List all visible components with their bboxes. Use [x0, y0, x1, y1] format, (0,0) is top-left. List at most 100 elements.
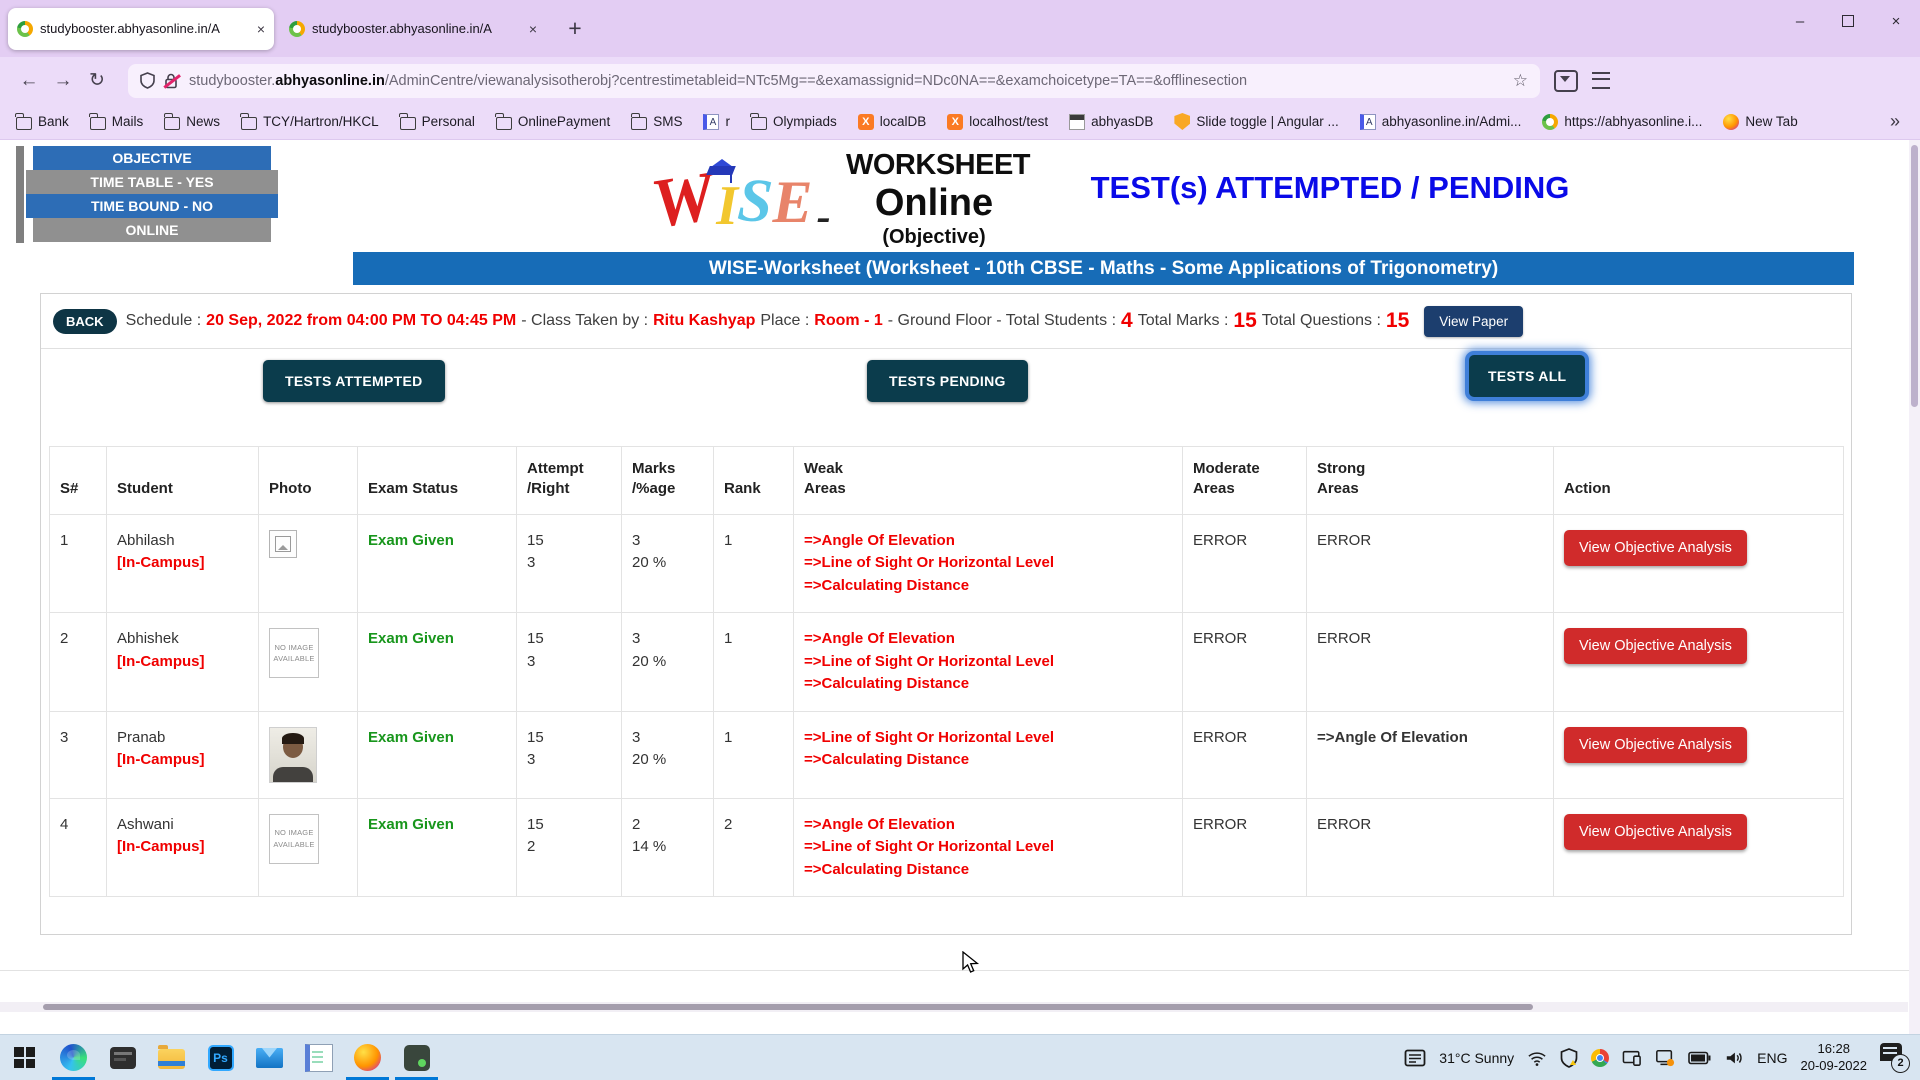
- back-icon[interactable]: ←: [12, 64, 46, 98]
- bookmark-item[interactable]: OnlinePayment: [496, 114, 610, 130]
- news-widget-icon[interactable]: [1404, 1048, 1426, 1068]
- start-button[interactable]: [0, 1035, 49, 1080]
- bookmark-item[interactable]: abhyasonline.in/Admi...: [1360, 114, 1522, 130]
- exam-status: Exam Given: [368, 816, 454, 833]
- bookmark-star-icon[interactable]: ☆: [1513, 71, 1528, 91]
- timetable-button[interactable]: TIME TABLE - YES: [26, 170, 278, 194]
- forward-icon[interactable]: →: [46, 64, 80, 98]
- online-button[interactable]: ONLINE: [33, 218, 271, 242]
- bookmark-item[interactable]: News: [164, 114, 220, 130]
- bookmark-item[interactable]: Mails: [90, 114, 144, 130]
- bookmark-item[interactable]: localhost/test: [947, 114, 1048, 130]
- view-objective-analysis-button[interactable]: View Objective Analysis: [1564, 727, 1747, 763]
- taskbar-photoshop[interactable]: Ps: [196, 1035, 245, 1080]
- photo-cell: NO IMAGEAVAILABLE: [259, 613, 358, 712]
- taskbar-edge[interactable]: [49, 1035, 98, 1080]
- vertical-scrollbar[interactable]: [1909, 140, 1920, 1034]
- view-paper-button[interactable]: View Paper: [1424, 306, 1523, 337]
- taskbar-mail[interactable]: [245, 1035, 294, 1080]
- extensions-icon[interactable]: [1554, 70, 1578, 92]
- volume-icon[interactable]: [1724, 1049, 1744, 1067]
- browser-tab[interactable]: studybooster.abhyasonline.in/A ×: [280, 8, 546, 50]
- vertical-scrollbar-thumb[interactable]: [1911, 145, 1918, 407]
- minimize-button[interactable]: –: [1776, 0, 1824, 42]
- bookmarks-overflow-icon[interactable]: »: [1890, 111, 1920, 132]
- total-marks: 15: [1233, 309, 1256, 333]
- folder-icon: [400, 117, 416, 130]
- timebound-button[interactable]: TIME BOUND - NO: [26, 194, 278, 218]
- bookmark-label: https://abhyasonline.i...: [1564, 114, 1702, 129]
- weak-areas-cell: =>Angle Of Elevation=>Line of Sight Or H…: [794, 798, 1183, 897]
- taskbar-app[interactable]: [392, 1035, 441, 1080]
- bookmark-item[interactable]: New Tab: [1723, 114, 1797, 130]
- tracking-shield-icon[interactable]: [140, 72, 155, 89]
- horizontal-scrollbar[interactable]: [0, 1002, 1908, 1012]
- tab-title: studybooster.abhyasonline.in/A: [40, 21, 251, 36]
- back-button[interactable]: BACK: [53, 309, 117, 334]
- bookmark-item[interactable]: localDB: [858, 114, 927, 130]
- place-value: Room - 1: [814, 312, 882, 330]
- bookmark-item[interactable]: Bank: [16, 114, 69, 130]
- bookmark-item[interactable]: https://abhyasonline.i...: [1542, 114, 1702, 130]
- phone-link-icon[interactable]: [1622, 1049, 1642, 1067]
- table-row: 3 Pranab[In-Campus] Exam Given 153 320 %…: [50, 711, 1844, 798]
- maximize-button[interactable]: [1824, 0, 1872, 42]
- photo-cell: [259, 514, 358, 613]
- tests-attempted-button[interactable]: TESTS ATTEMPTED: [263, 360, 445, 402]
- bookmark-item[interactable]: abhyasDB: [1069, 114, 1153, 130]
- strong-areas-cell: =>Angle Of Elevation: [1307, 711, 1554, 798]
- system-tray: 31°C Sunny ENG 16:2820-09-2022 2: [1404, 1041, 1920, 1075]
- logo-line: WORKSHEET: [846, 150, 1022, 182]
- browser-tab-active[interactable]: studybooster.abhyasonline.in/A ×: [8, 8, 274, 50]
- objective-button[interactable]: OBJECTIVE: [33, 146, 271, 170]
- campus-tag: [In-Campus]: [117, 552, 248, 575]
- xampp-icon: [858, 114, 874, 130]
- taskbar-terminal[interactable]: [98, 1035, 147, 1080]
- action-cell: View Objective Analysis: [1554, 613, 1844, 712]
- taskbar-file-explorer[interactable]: [147, 1035, 196, 1080]
- close-button[interactable]: ×: [1872, 0, 1920, 42]
- tab-close-icon[interactable]: ×: [529, 21, 537, 37]
- bookmark-item[interactable]: Olympiads: [751, 114, 837, 130]
- view-objective-analysis-button[interactable]: View Objective Analysis: [1564, 814, 1747, 850]
- total-questions-label: Total Questions :: [1262, 312, 1381, 330]
- language-indicator[interactable]: ENG: [1757, 1050, 1787, 1066]
- security-shield-icon[interactable]: [1560, 1048, 1578, 1068]
- bookmark-item[interactable]: SMS: [631, 114, 682, 130]
- folder-icon: [496, 117, 512, 130]
- notepad-icon: [305, 1044, 333, 1072]
- notification-badge: 2: [1891, 1054, 1910, 1073]
- battery-icon[interactable]: [1688, 1051, 1711, 1065]
- wifi-icon[interactable]: [1527, 1049, 1547, 1067]
- horizontal-scrollbar-thumb[interactable]: [43, 1004, 1533, 1010]
- reload-icon[interactable]: ↻: [80, 64, 114, 98]
- bookmark-item[interactable]: Slide toggle | Angular ...: [1174, 113, 1338, 130]
- url-bar[interactable]: studybooster.abhyasonline.in/AdminCentre…: [128, 64, 1540, 98]
- tests-all-button[interactable]: TESTS ALL: [1465, 351, 1589, 401]
- bookmark-label: localDB: [880, 114, 927, 129]
- clock[interactable]: 16:2820-09-2022: [1801, 1041, 1868, 1075]
- view-objective-analysis-button[interactable]: View Objective Analysis: [1564, 628, 1747, 664]
- insecure-lock-icon[interactable]: [164, 73, 179, 89]
- sync-icon[interactable]: [1655, 1048, 1675, 1068]
- notification-center[interactable]: 2: [1880, 1043, 1910, 1073]
- bookmark-label: abhyasDB: [1091, 114, 1153, 129]
- bookmark-item[interactable]: r: [703, 114, 730, 130]
- bookmark-item[interactable]: TCY/Hartron/HKCL: [241, 114, 379, 130]
- new-tab-button[interactable]: +: [558, 12, 592, 46]
- view-objective-analysis-button[interactable]: View Objective Analysis: [1564, 530, 1747, 566]
- bookmark-item[interactable]: Personal: [400, 114, 475, 130]
- chrome-icon[interactable]: [1591, 1049, 1609, 1067]
- weather-text[interactable]: 31°C Sunny: [1439, 1050, 1514, 1066]
- attempt-cell: 153: [517, 613, 622, 712]
- date-text: 20-09-2022: [1801, 1058, 1868, 1073]
- bookmark-label: Bank: [38, 114, 69, 129]
- taskbar-notepad[interactable]: [294, 1035, 343, 1080]
- menu-icon[interactable]: [1592, 72, 1610, 89]
- col-marks: Marks/%age: [622, 447, 714, 515]
- tests-pending-button[interactable]: TESTS PENDING: [867, 360, 1028, 402]
- edge-icon: [60, 1044, 87, 1071]
- taskbar-firefox[interactable]: [343, 1035, 392, 1080]
- sn-cell: 3: [50, 711, 107, 798]
- tab-close-icon[interactable]: ×: [257, 21, 265, 37]
